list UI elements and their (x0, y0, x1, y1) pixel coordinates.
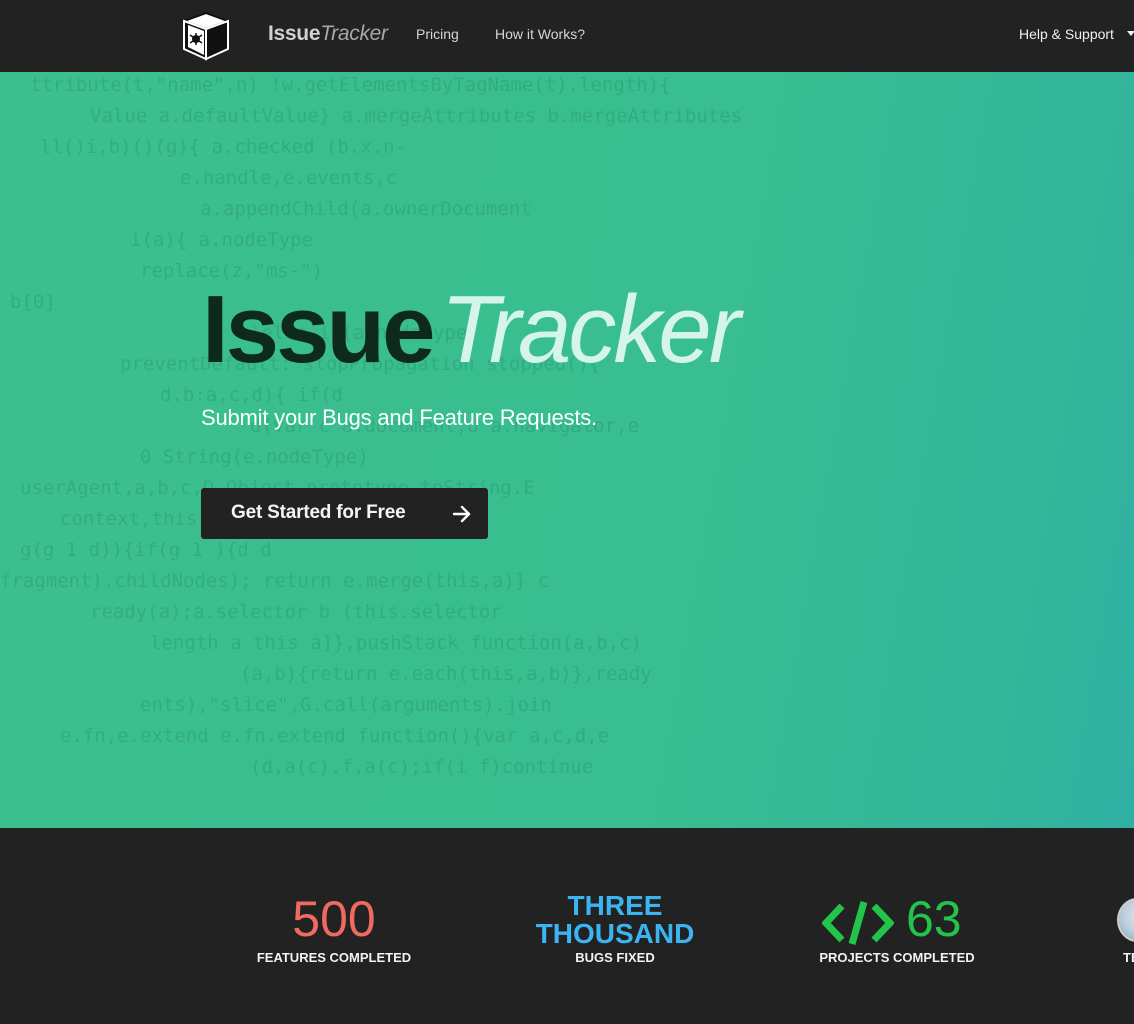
code-background-line: a.appendChild(a.ownerDocument (200, 198, 532, 220)
code-background-line: ents),"slice",G.call(arguments).join (140, 694, 552, 716)
brand-italic: Tracker (320, 22, 388, 45)
stat-bugs-value-line1: THREE (567, 890, 663, 921)
nav-link-how-it-works[interactable]: How it Works? (495, 26, 585, 42)
arrow-right-icon (452, 505, 471, 523)
stat-bugs-value-line2: THOUSAND (535, 918, 695, 949)
stat-projects-value: 63 (906, 891, 962, 947)
code-background-line: ready(a);a.selector b (this.selector (90, 601, 502, 623)
stats-section: 500 FEATURES COMPLETED THREE THOUSAND BU… (0, 828, 1134, 1024)
top-navbar: IssueTracker Pricing How it Works? Help … (0, 0, 1134, 72)
box-bug-icon[interactable] (180, 11, 232, 61)
nav-link-pricing[interactable]: Pricing (416, 26, 459, 42)
code-background: ttribute(t,"name",n) !w.getElementsByTag… (0, 72, 1134, 828)
get-started-label: Get Started for Free (231, 502, 406, 523)
code-background-line: i(a){ a.nodeType (130, 229, 314, 251)
brand-name[interactable]: IssueTracker (268, 22, 388, 46)
code-background-line: ttribute(t,"name",n) !w.getElementsByTag… (30, 74, 671, 96)
stat-bugs-value: THREE THOUSAND (515, 892, 715, 948)
stat-features-label: FEATURES COMPLETED (256, 950, 412, 965)
code-background-line: (a,b){return e.each(this,a,b)},ready (240, 663, 652, 685)
code-background-line: b[0] (10, 291, 56, 313)
code-background-line: g(g 1 d)){if(g 1 ){d d (20, 539, 272, 561)
stat-bugs-label: BUGS FIXED (575, 950, 655, 965)
hero-section: ttribute(t,"name",n) !w.getElementsByTag… (0, 72, 1134, 828)
code-background-line: Value a.defaultValue} a.mergeAttributes … (90, 105, 743, 127)
stat-team-label: TE (1123, 950, 1134, 965)
hero-subtitle: Submit your Bugs and Feature Requests. (201, 405, 597, 430)
code-background-line: e.fn,e.extend e.fn.extend function(){var… (60, 725, 610, 747)
brand-bold: Issue (268, 22, 321, 45)
nav-help-support-dropdown[interactable]: Help & Support (1019, 26, 1114, 42)
code-background-line: (d,a(c).f,a(c);if(i f)continue (250, 756, 594, 778)
avatar (1117, 898, 1134, 942)
get-started-button[interactable]: Get Started for Free (201, 488, 488, 539)
hero-title-bold: Issue (202, 276, 435, 383)
code-background-line: d.b:a,c,d){ if(d (160, 384, 344, 406)
code-background-line: e.handle,e.events,c (180, 167, 398, 189)
caret-down-icon[interactable] (1127, 31, 1134, 36)
hero-title-italic: Tracker (440, 276, 740, 383)
code-background-line: 0 String(e.nodeType) (140, 446, 369, 468)
stat-features-value: 500 (292, 891, 376, 947)
stat-projects-label: PROJECTS COMPLETED (819, 950, 975, 965)
code-icon (822, 901, 894, 945)
hero-title: IssueTracker (202, 282, 741, 378)
code-background-line: ll()i,b)()(g){ a.checked (b.x.n- (40, 136, 407, 158)
code-background-line: length a this a]},pushStack function(a,b… (150, 632, 642, 654)
code-background-line: fragment).childNodes); return e.merge(th… (0, 570, 550, 592)
